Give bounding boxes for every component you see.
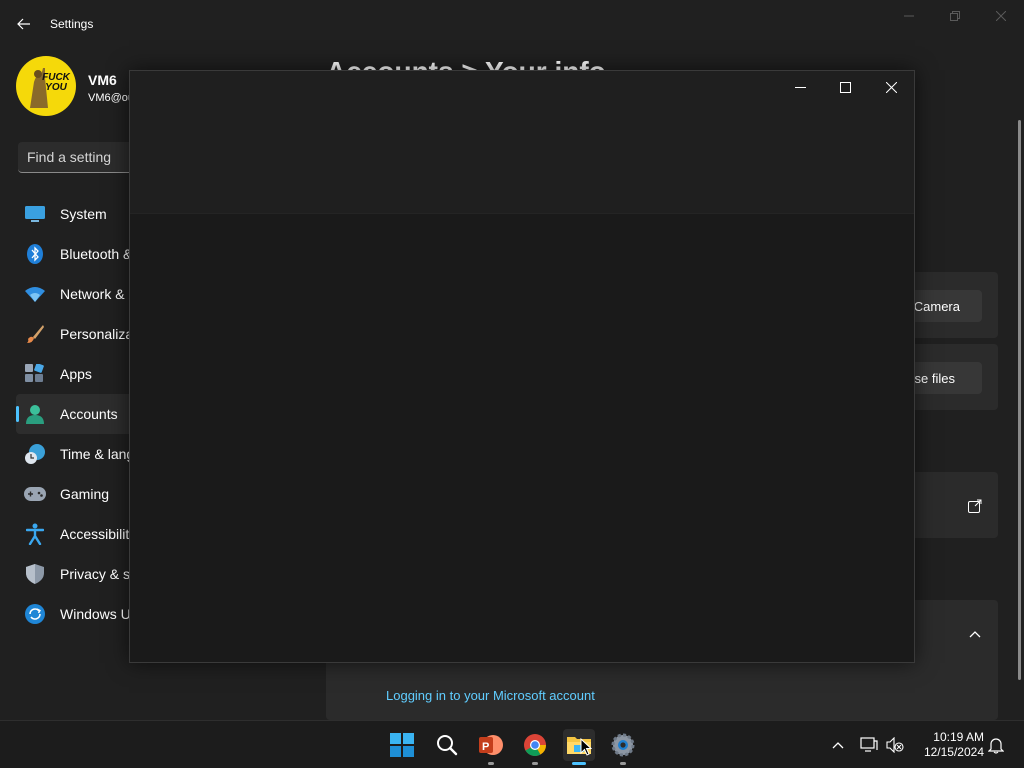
accessibility-icon — [24, 523, 46, 545]
bluetooth-icon — [24, 243, 46, 265]
minimize-icon — [904, 15, 914, 17]
taskbar-search-button[interactable] — [431, 729, 463, 761]
sidebar-item-label: Gaming — [60, 486, 110, 502]
close-icon — [996, 11, 1006, 21]
minimize-button[interactable] — [886, 4, 932, 28]
open-external-icon — [968, 499, 982, 513]
active-indicator — [572, 762, 586, 765]
sidebar-item-label: Accounts — [60, 406, 118, 422]
chrome-icon — [524, 734, 546, 756]
dialog-maximize-button[interactable] — [825, 75, 865, 99]
network-status-button[interactable] — [859, 735, 879, 755]
scrollbar[interactable] — [1018, 120, 1021, 680]
user-name: VM6 — [88, 72, 117, 88]
dialog-close-button[interactable] — [871, 75, 911, 99]
running-indicator — [620, 762, 626, 765]
network-icon — [860, 737, 878, 752]
settings-app-button[interactable] — [607, 729, 639, 765]
volume-button[interactable] — [885, 735, 905, 755]
back-button[interactable] — [12, 12, 36, 36]
microsoft-account-link[interactable]: Logging in to your Microsoft account — [386, 688, 595, 703]
desktop: Settings FUCK YOU VM6 VM6@outlook.com — [0, 0, 1024, 768]
close-icon — [885, 81, 897, 93]
avatar[interactable]: FUCK YOU — [16, 56, 76, 116]
search-icon — [437, 735, 458, 756]
chevron-up-icon — [832, 742, 844, 749]
dialog-minimize-button[interactable] — [780, 75, 820, 99]
chrome-button[interactable] — [519, 729, 551, 765]
bell-icon — [988, 738, 1004, 754]
powerpoint-icon: P — [479, 735, 503, 755]
taskbar: P 10:19 AM 12/15/2024 — [0, 720, 1024, 768]
clock-globe-icon — [24, 443, 46, 465]
clock-time: 10:19 AM — [933, 730, 984, 744]
restore-icon — [950, 11, 960, 21]
running-indicator — [532, 762, 538, 765]
sidebar-item-label: Accessibility — [60, 526, 137, 542]
active-indicator — [16, 406, 19, 422]
notifications-button[interactable] — [986, 735, 1006, 755]
brush-icon — [24, 323, 46, 345]
volume-muted-icon — [886, 737, 904, 753]
sidebar-item-label: Apps — [60, 366, 92, 382]
minimize-icon — [794, 86, 806, 88]
maximize-button[interactable] — [932, 4, 978, 28]
mouse-cursor-icon — [580, 738, 592, 756]
app-title: Settings — [50, 17, 94, 31]
clock-date: 12/15/2024 — [923, 745, 984, 759]
apps-icon — [24, 363, 46, 385]
update-icon — [24, 603, 46, 625]
sidebar-item-label: System — [60, 206, 107, 222]
running-indicator — [488, 762, 494, 765]
show-hidden-icons-button[interactable] — [828, 735, 848, 755]
settings-gear-icon — [611, 733, 635, 757]
dialog-header — [130, 71, 914, 214]
avatar-text: FUCK YOU — [42, 72, 70, 93]
clock[interactable]: 10:19 AM 12/15/2024 — [912, 730, 984, 760]
shield-icon — [24, 563, 46, 585]
dialog-body — [130, 214, 914, 662]
close-button[interactable] — [978, 4, 1024, 28]
chevron-up-icon[interactable] — [969, 630, 981, 638]
title-bar: Settings — [0, 0, 1024, 48]
accounts-icon — [24, 403, 46, 425]
wifi-icon — [24, 283, 46, 305]
powerpoint-button[interactable]: P — [475, 729, 507, 765]
start-icon — [390, 733, 414, 757]
start-button[interactable] — [386, 729, 418, 761]
monitor-icon — [24, 203, 46, 225]
gamepad-icon — [24, 483, 46, 505]
maximize-icon — [839, 81, 851, 93]
back-arrow-icon — [17, 18, 30, 30]
svg-text:P: P — [482, 741, 489, 753]
blank-dialog-window — [129, 70, 915, 663]
